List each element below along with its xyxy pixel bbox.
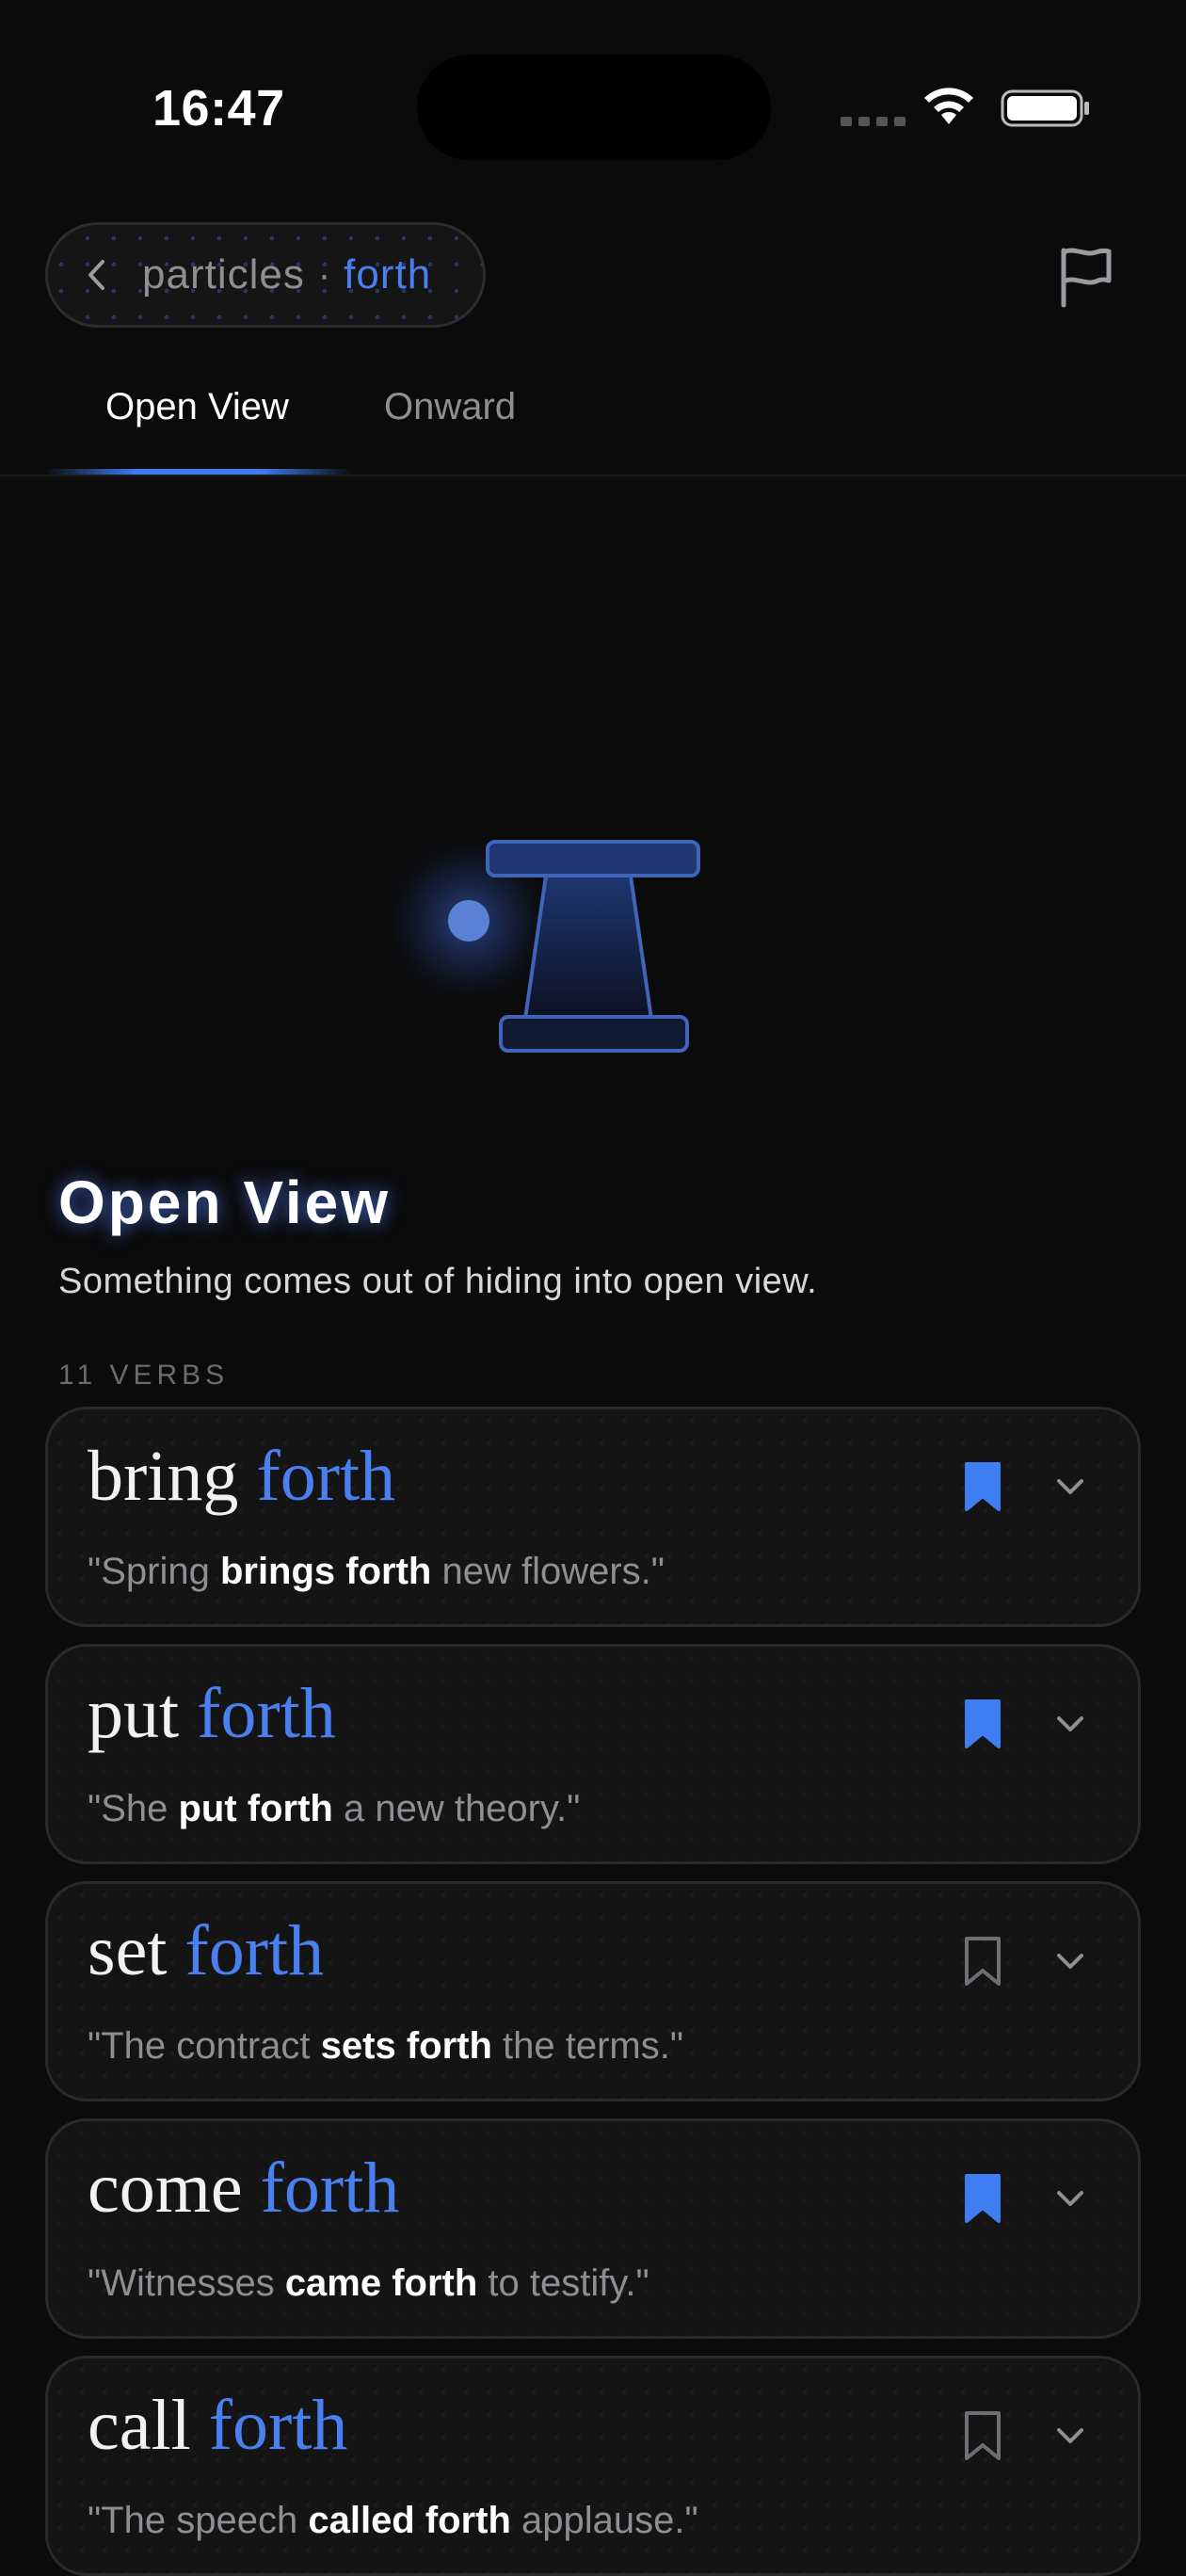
phrasal-verb: bring forth <box>88 1437 396 1516</box>
tab-open-view[interactable]: Open View <box>105 386 289 428</box>
tab-bar: Open View Onward <box>0 358 1186 476</box>
bookmark-outline-icon[interactable] <box>961 2409 1004 2462</box>
chevron-down-icon[interactable] <box>1051 1470 1089 1504</box>
chevron-down-icon[interactable] <box>1051 2419 1089 2453</box>
example-sentence: "The speech called forth applause." <box>88 2500 698 2541</box>
tab-onward[interactable]: Onward <box>384 386 516 428</box>
breadcrumb[interactable]: particles · forth <box>45 222 486 328</box>
example-sentence: "Witnesses came forth to testify." <box>88 2262 649 2304</box>
phrasal-verb: come forth <box>88 2149 400 2228</box>
chevron-down-icon[interactable] <box>1051 1707 1089 1741</box>
section-description: Something comes out of hiding into open … <box>58 1262 818 1301</box>
example-sentence: "Spring brings forth new flowers." <box>88 1551 665 1592</box>
status-time: 16:47 <box>152 80 285 137</box>
verb-card[interactable]: put forth "She put forth a new theory." <box>45 1644 1141 1864</box>
chevron-down-icon[interactable] <box>1051 2182 1089 2215</box>
example-sentence: "She put forth a new theory." <box>88 1788 581 1829</box>
back-chevron-icon[interactable] <box>86 259 123 291</box>
chevron-down-icon[interactable] <box>1051 1944 1089 1978</box>
verb-card[interactable]: come forth "Witnesses came forth to test… <box>45 2118 1141 2339</box>
dynamic-island <box>417 55 771 160</box>
tab-selected-indicator <box>45 469 352 475</box>
verb-card[interactable]: bring forth "Spring brings forth new flo… <box>45 1407 1141 1627</box>
breadcrumb-separator: · <box>317 253 331 296</box>
emerging-pedestal-illustration <box>378 830 700 1053</box>
phrasal-verb: call forth <box>88 2386 348 2465</box>
wifi-icon <box>924 88 973 124</box>
battery-icon <box>1001 89 1089 127</box>
phrasal-verb: set forth <box>88 1911 325 1990</box>
bookmark-filled-icon[interactable] <box>961 2172 1004 2225</box>
bookmark-filled-icon[interactable] <box>961 1698 1004 1750</box>
flag-icon[interactable] <box>1050 243 1118 311</box>
cellular-signal-icon <box>841 117 906 126</box>
section-title: Open View <box>58 1168 392 1236</box>
bookmark-filled-icon[interactable] <box>961 1460 1004 1513</box>
bookmark-outline-icon[interactable] <box>961 1935 1004 1988</box>
phrasal-verb: put forth <box>88 1674 336 1753</box>
status-bar: 16:47 <box>0 0 1186 188</box>
breadcrumb-current: forth <box>344 251 432 298</box>
verb-card[interactable]: call forth "The speech called forth appl… <box>45 2356 1141 2576</box>
example-sentence: "The contract sets forth the terms." <box>88 2025 684 2067</box>
breadcrumb-parent[interactable]: particles <box>142 251 305 298</box>
verb-card[interactable]: set forth "The contract sets forth the t… <box>45 1881 1141 2101</box>
verb-count: 11 VERBS <box>58 1360 230 1391</box>
